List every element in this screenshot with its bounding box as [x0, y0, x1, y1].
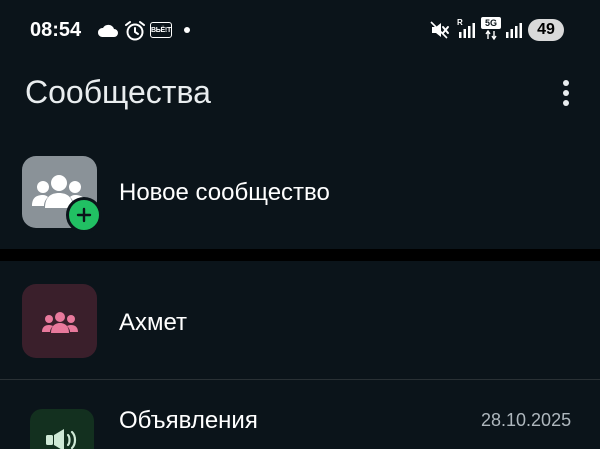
- row-divider: [0, 379, 600, 380]
- community-row[interactable]: Ахмет: [0, 282, 600, 372]
- community-avatar: [22, 284, 97, 358]
- announcements-date: 28.10.2025: [481, 410, 572, 430]
- community-name: Ахмет: [119, 309, 188, 336]
- notification-dot: [184, 27, 190, 33]
- data-arrows-icon: [485, 30, 497, 40]
- mute-icon: [430, 21, 449, 39]
- announcements-avatar: [30, 409, 94, 449]
- network-5g-badge: 5G: [481, 17, 501, 29]
- group-icon: [42, 312, 78, 333]
- cloud-icon: [97, 24, 118, 37]
- signal-icon: [459, 23, 475, 38]
- status-bar: 08:54 ВЬЁ!Т R 5G 49: [0, 0, 600, 62]
- new-community-row[interactable]: Новое сообщество: [0, 150, 600, 240]
- page-title: Сообщества: [25, 74, 211, 110]
- battery-indicator: 49: [528, 19, 564, 41]
- add-badge-icon: [66, 197, 102, 233]
- alarm-icon: [125, 21, 145, 41]
- section-divider: [0, 249, 600, 261]
- megaphone-icon: [46, 429, 77, 449]
- signal-icon-2: [506, 23, 522, 38]
- status-time: 08:54: [30, 19, 82, 41]
- announcements-title: Объявления: [119, 407, 258, 434]
- more-options-icon[interactable]: [556, 78, 576, 108]
- new-community-label: Новое сообщество: [119, 179, 330, 206]
- app-notification-badge: ВЬЁ!Т: [150, 22, 172, 38]
